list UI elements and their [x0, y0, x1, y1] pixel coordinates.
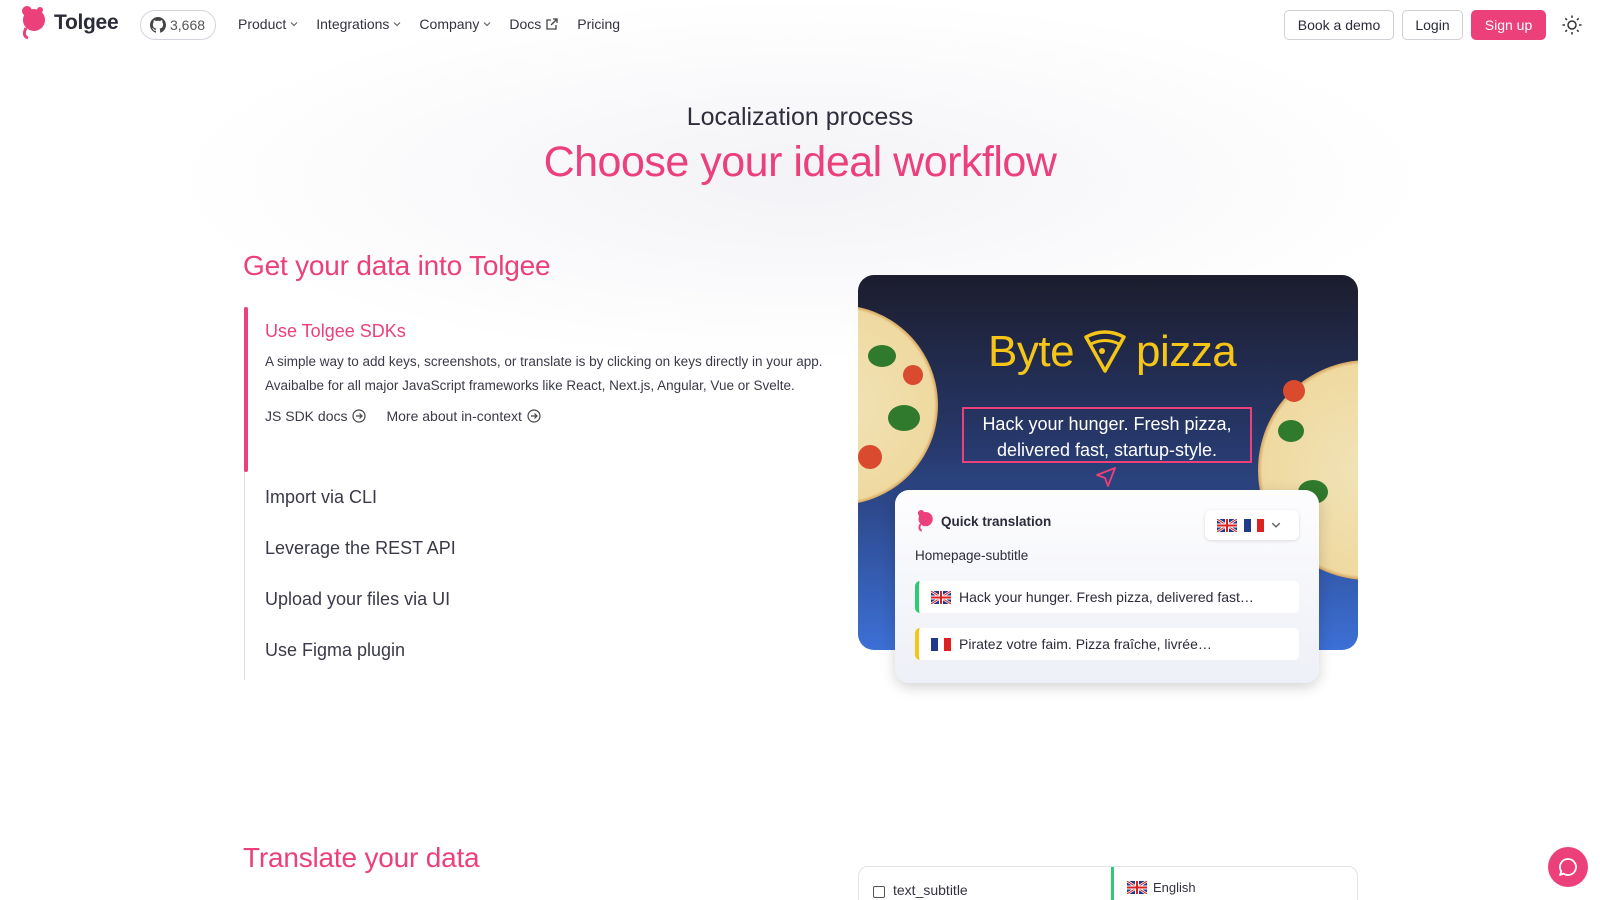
book-demo-button[interactable]: Book a demo	[1284, 10, 1394, 40]
translation-text-en: Hack your hunger. Fresh pizza, delivered…	[959, 589, 1254, 605]
active-step-indicator	[244, 307, 248, 472]
arrow-circle-right-icon	[352, 409, 367, 423]
translation-row-en[interactable]: Hack your hunger. Fresh pizza, delivered…	[915, 581, 1299, 613]
cursor-pointer-icon	[1096, 467, 1116, 487]
translation-key-name: Homepage-subtitle	[915, 548, 1029, 563]
step-sdk-description: A simple way to add keys, screenshots, o…	[265, 354, 823, 393]
chevron-down-icon	[393, 22, 401, 27]
login-button[interactable]: Login	[1402, 10, 1463, 40]
menu-product-label: Product	[238, 16, 287, 32]
sun-icon[interactable]	[1561, 14, 1583, 36]
menu-product[interactable]: Product	[238, 16, 298, 32]
step-sdk[interactable]: Use Tolgee SDKs A simple way to add keys…	[265, 321, 825, 424]
brand-left-word: Byte	[988, 327, 1075, 376]
arrow-circle-right-icon	[527, 409, 541, 423]
language-column-divider	[1111, 867, 1114, 900]
menu-integrations-label: Integrations	[316, 16, 390, 32]
menu-integrations[interactable]: Integrations	[316, 16, 401, 32]
js-sdk-docs-label: JS SDK docs	[265, 408, 348, 424]
pizza-slice-icon	[1084, 330, 1126, 373]
language-selector[interactable]	[1205, 510, 1299, 540]
top-navbar: Tolgee 3,668 Product Integrations Compan…	[0, 0, 1600, 50]
github-icon	[150, 17, 166, 33]
byte-pizza-logo: Byte pizza	[988, 327, 1237, 377]
in-context-label: More about in-context	[386, 408, 522, 424]
menu-pricing-label: Pricing	[577, 16, 621, 32]
in-context-link[interactable]: More about in-context	[386, 408, 541, 424]
key-name: text_subtitle	[893, 882, 968, 898]
workflow-steps: Use Tolgee SDKs A simple way to add keys…	[244, 307, 824, 680]
france-flag-icon	[931, 637, 951, 651]
pizza-image-left	[858, 305, 938, 505]
main-menu: Product Integrations Company Docs Pricin…	[238, 16, 620, 32]
quick-translation-card: Quick translation Homepage-subtitle Hack…	[895, 490, 1319, 683]
quick-translation-header: Quick translation	[915, 510, 1051, 532]
menu-company-label: Company	[419, 16, 480, 32]
chevron-down-icon	[290, 22, 298, 27]
logo[interactable]: Tolgee	[18, 6, 119, 40]
github-star-count: 3,668	[170, 17, 206, 33]
row-checkbox[interactable]	[873, 886, 885, 898]
step-sdk-title: Use Tolgee SDKs	[265, 321, 406, 341]
quick-translation-title: Quick translation	[941, 513, 1052, 529]
step-sdk-links: JS SDK docs More about in-context	[265, 408, 825, 424]
chevron-down-icon	[483, 22, 491, 27]
france-flag-icon	[1244, 518, 1264, 532]
chevron-down-icon	[1271, 522, 1281, 528]
menu-docs[interactable]: Docs	[509, 16, 559, 32]
section-title-translate: Translate your data	[243, 842, 480, 873]
external-link-icon	[546, 18, 558, 30]
translations-table-preview: text_subtitle English	[858, 866, 1358, 900]
signup-button[interactable]: Sign up	[1471, 10, 1546, 40]
tolgee-mouse-icon	[917, 510, 933, 532]
menu-company[interactable]: Company	[419, 16, 491, 32]
hero-subtitle: Localization process	[686, 103, 914, 131]
step-cli[interactable]: Import via CLI	[265, 487, 377, 508]
menu-docs-label: Docs	[509, 16, 542, 32]
section-title-import: Get your data into Tolgee	[243, 250, 551, 281]
step-upload-ui[interactable]: Upload your files via UI	[265, 589, 450, 610]
chat-bubble-icon	[1559, 858, 1577, 876]
step-rest-api[interactable]: Leverage the REST API	[265, 538, 456, 559]
language-column-header: English	[1127, 880, 1196, 895]
translation-text-fr: Piratez votre faim. Pizza fraîche, livré…	[959, 636, 1212, 652]
brand-name: Tolgee	[54, 11, 119, 34]
language-name: English	[1153, 880, 1196, 895]
translation-row-fr[interactable]: Piratez votre faim. Pizza fraîche, livré…	[915, 628, 1299, 660]
tolgee-mouse-icon	[22, 6, 45, 40]
menu-pricing[interactable]: Pricing	[577, 16, 620, 32]
uk-flag-icon	[1127, 881, 1147, 894]
chat-button[interactable]	[1548, 847, 1588, 887]
github-stars-button[interactable]: 3,668	[140, 10, 217, 40]
uk-flag-icon	[1217, 518, 1237, 532]
js-sdk-docs-link[interactable]: JS SDK docs	[265, 408, 367, 424]
tagline-highlight[interactable]: Hack your hunger. Fresh pizza, delivered…	[962, 407, 1252, 463]
step-figma[interactable]: Use Figma plugin	[265, 640, 405, 661]
brand-right-word: pizza	[1136, 327, 1237, 376]
uk-flag-icon	[931, 590, 951, 604]
hero-title: Choose your ideal workflow	[543, 138, 1057, 186]
